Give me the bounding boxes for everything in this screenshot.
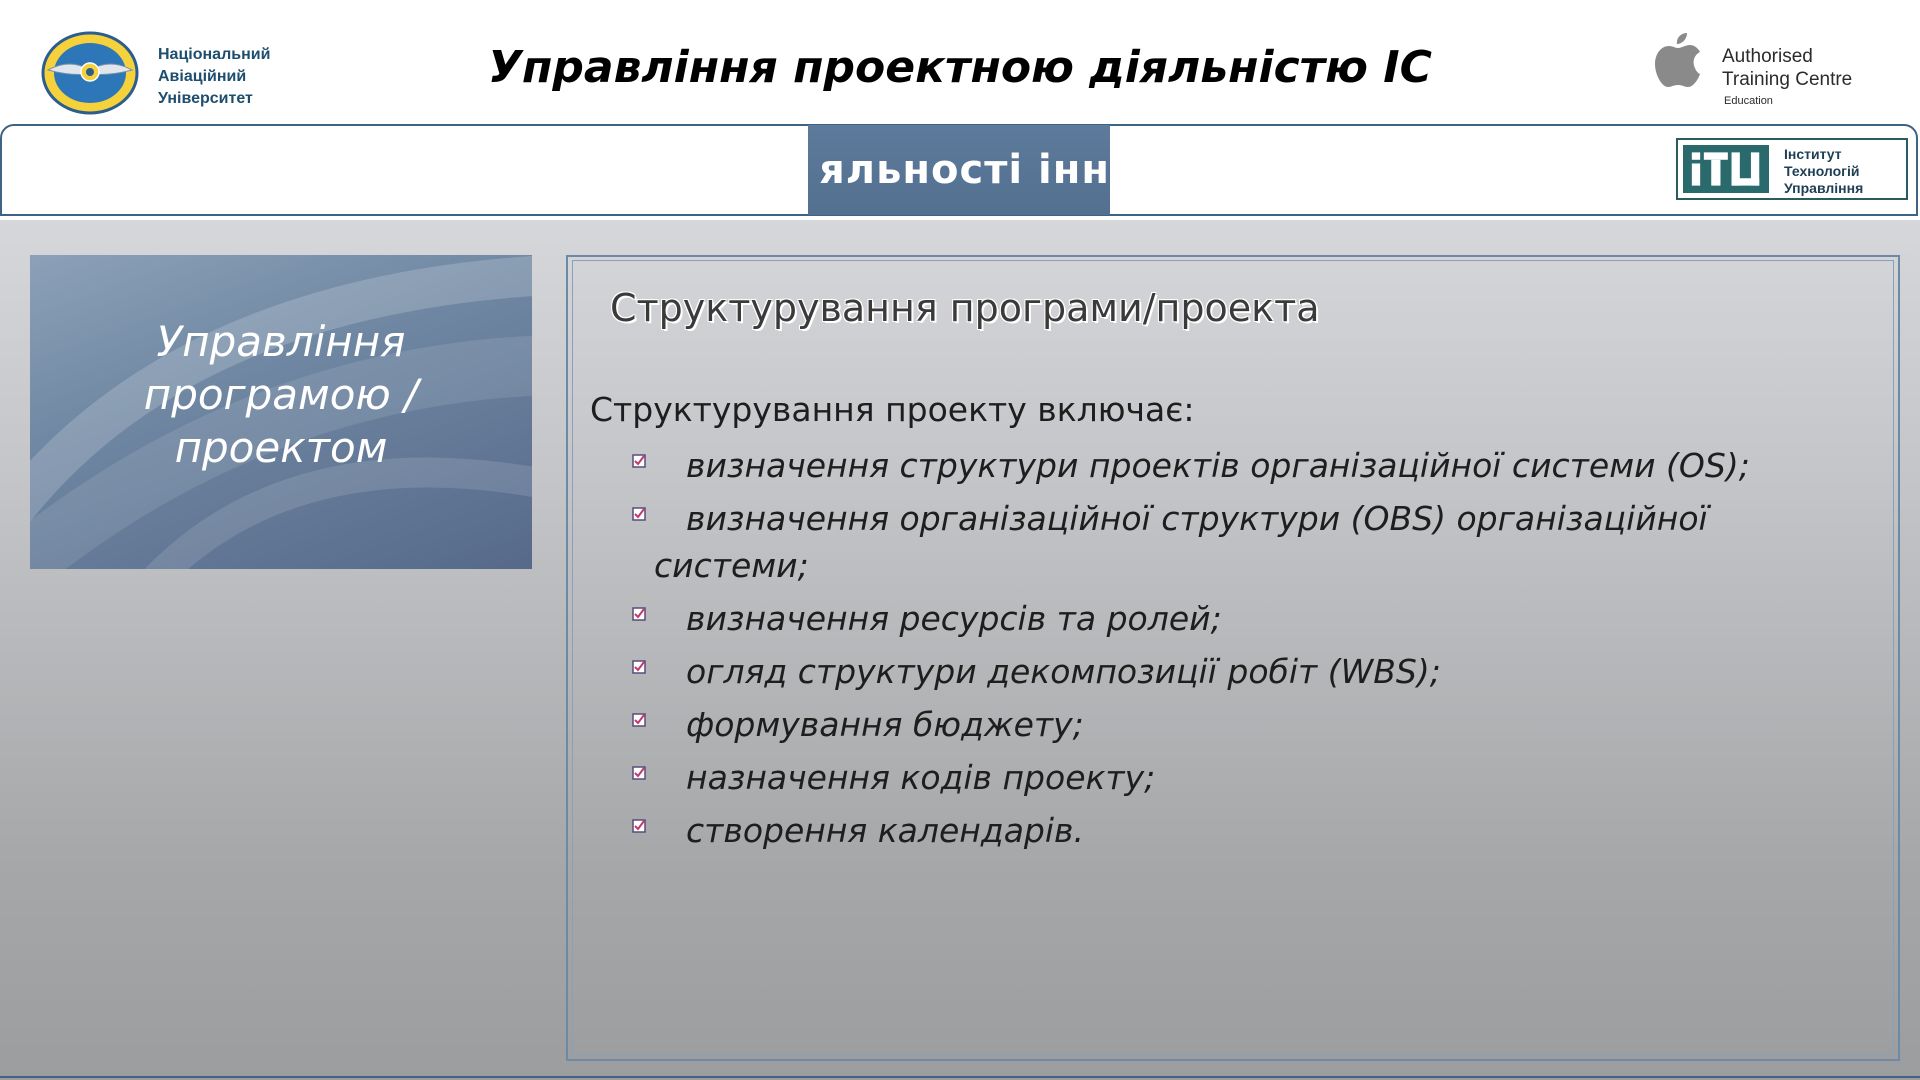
checkbox-bullet-icon — [632, 454, 646, 468]
itu-name-line: Інститут — [1784, 146, 1842, 162]
itu-name-line: Технологій — [1784, 163, 1860, 179]
list-item: формування бюджету; — [630, 701, 1860, 748]
university-name: Національний Авіаційний Університет — [158, 44, 270, 110]
section-title-line: проектом — [174, 423, 388, 472]
section-title-line: програмою / — [143, 370, 419, 419]
training-centre-label: Authorised Training Centre Education — [1722, 45, 1852, 109]
list-item-text: огляд структури декомпозиції робіт (WBS)… — [686, 652, 1441, 691]
itu-mark-icon — [1681, 143, 1771, 195]
list-item-text: назначення кодів проекту; — [686, 758, 1156, 797]
header: Національний Авіаційний Університет Упра… — [0, 0, 1920, 124]
banner-text: яльності інн — [819, 147, 1110, 193]
checkbox-bullet-icon — [632, 819, 646, 833]
checkbox-bullet-icon — [632, 607, 646, 621]
section-box: Управління програмою / проектом — [30, 255, 532, 569]
itu-name-line: Управління — [1784, 180, 1864, 196]
university-name-line: Національний — [158, 46, 271, 63]
checkbox-bullet-icon — [632, 713, 646, 727]
list-item-text: створення календарів. — [686, 811, 1084, 850]
page-title: Управління проектною діяльністю ІС — [488, 42, 1432, 93]
itu-name: Інститут Технологій Управління — [1784, 146, 1863, 197]
checkbox-bullet-icon — [632, 766, 646, 780]
checkbox-bullet-icon — [632, 507, 646, 521]
intro-text: Структурування проекту включає: — [590, 390, 1195, 429]
list-item-text-continuation: системи; — [654, 546, 809, 585]
banner-highlight: яльності інн — [808, 125, 1110, 215]
section-title: Управління програмою / проектом — [30, 315, 532, 474]
list-item-text: формування бюджету; — [686, 705, 1084, 744]
list-item: визначення структури проектів організаці… — [630, 442, 1860, 489]
checkbox-bullet-icon — [632, 660, 646, 674]
list-item: визначення ресурсів та ролей; — [630, 595, 1860, 642]
bottom-divider — [0, 1076, 1920, 1078]
atc-line-3: Education — [1724, 95, 1773, 107]
section-title-line: Управління — [156, 317, 406, 366]
list-item-text: визначення організаційної структури (OBS… — [686, 499, 1708, 538]
bullet-list: визначення структури проектів організаці… — [630, 442, 1860, 860]
itu-logo: Інститут Технологій Управління — [1676, 138, 1908, 200]
atc-line-2: Training Centre — [1722, 69, 1853, 90]
list-item-text: визначення ресурсів та ролей; — [686, 599, 1222, 638]
atc-line-1: Authorised — [1722, 46, 1813, 67]
list-item: назначення кодів проекту; — [630, 754, 1860, 801]
list-item: створення календарів. — [630, 807, 1860, 854]
list-item: огляд структури декомпозиції робіт (WBS)… — [630, 648, 1860, 695]
slide-heading: Структурування програми/проекта — [610, 286, 1320, 330]
apple-logo-icon — [1655, 33, 1700, 87]
list-item-text: визначення структури проектів організаці… — [686, 446, 1750, 485]
university-emblem-icon — [41, 31, 139, 115]
university-name-line: Університет — [158, 90, 253, 107]
list-item: визначення організаційної структури (OBS… — [630, 495, 1860, 589]
university-name-line: Авіаційний — [158, 68, 247, 85]
